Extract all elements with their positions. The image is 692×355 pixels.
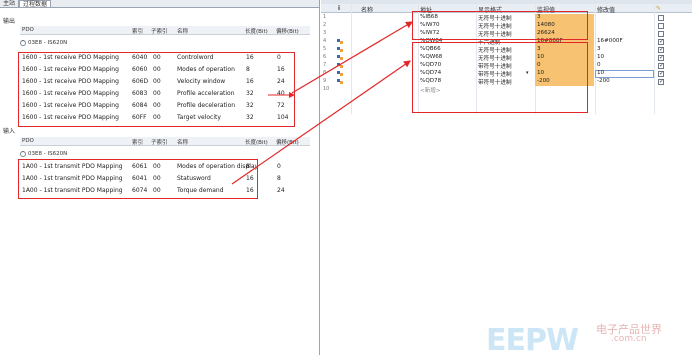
col-subindex: 子索引: [151, 29, 168, 35]
eepw-watermark: EEPW 电子产品世界 .com.cn: [486, 319, 686, 355]
col-index: 索引: [132, 140, 144, 146]
pencil-icon: ✎: [656, 5, 662, 12]
cell-mod[interactable]: 0: [597, 62, 601, 68]
output-table-header: PDO 索引 子索引 名称 长度(Bit) 偏移(Bit): [20, 26, 310, 35]
row-number: 10: [323, 86, 330, 92]
col-pdo: PDO: [22, 138, 34, 144]
output-group[interactable]: ^ 03E8 - IS620N: [20, 40, 67, 46]
process-data-panel: 主站 过程数据 输出 PDO 索引 子索引 名称 长度(Bit) 偏移(Bit)…: [0, 0, 320, 355]
row-number: 2: [323, 22, 327, 28]
cell-mod[interactable]: 3: [597, 46, 601, 52]
row-number: 8: [323, 70, 327, 76]
row-number: 9: [323, 78, 327, 84]
force-icon: [337, 55, 343, 60]
input-table-header: PDO 索引 子索引 名称 长度(Bit) 偏移(Bit): [20, 137, 310, 146]
modify-checkbox[interactable]: ✓: [658, 47, 664, 53]
watch-table-panel: i 名称 地址 显示格式 监视值 修改值 ✎ 1 %IB68 无符号十进制 3 2 %IW…: [321, 0, 692, 355]
col-modify: 修改值: [597, 7, 616, 14]
modify-checkbox[interactable]: ✓: [658, 79, 664, 85]
modify-checkbox[interactable]: ✓: [658, 39, 664, 45]
force-icon: [337, 79, 343, 84]
tab-process-data[interactable]: 过程数据: [19, 0, 52, 8]
col-offset: 偏移(Bit): [276, 140, 299, 146]
col-offset: 偏移(Bit): [276, 29, 299, 35]
row-number: 4: [323, 38, 327, 44]
modify-checkbox[interactable]: [658, 23, 664, 29]
col-subindex: 子索引: [151, 140, 168, 146]
col-name: 名称: [177, 140, 189, 146]
eepw-url: .com.cn: [611, 334, 647, 344]
eepw-logo: EEPW: [486, 323, 579, 355]
col-name: 名称: [177, 29, 189, 35]
input-group-label: 03E8 - IS620N: [28, 151, 68, 157]
cell-mod[interactable]: -200: [597, 78, 610, 84]
cell-off: 0: [277, 163, 281, 170]
modify-checkbox[interactable]: ✓: [658, 71, 664, 77]
input-section-label: 输入: [3, 128, 16, 135]
input-watch-highlight: [412, 11, 588, 40]
row-number: 7: [323, 62, 327, 68]
force-icon: [337, 71, 343, 76]
output-group-label: 03E8 - IS620N: [28, 40, 68, 46]
row-number: 5: [323, 46, 327, 52]
cell-mod[interactable]: 10: [597, 70, 604, 76]
output-watch-highlight: [412, 42, 588, 113]
modify-checkbox[interactable]: [658, 15, 664, 21]
col-length: 长度(Bit): [245, 140, 268, 146]
collapse-icon[interactable]: ^: [20, 40, 26, 46]
col-pdo: PDO: [22, 27, 34, 33]
collapse-icon[interactable]: ^: [20, 151, 26, 157]
info-icon: i: [338, 5, 341, 12]
cell-off: 24: [277, 187, 285, 194]
cell-off: 8: [277, 175, 281, 182]
input-group[interactable]: ^ 03E8 - IS620N: [20, 151, 67, 157]
input-highlight-box: [18, 159, 258, 199]
col-length: 长度(Bit): [245, 29, 268, 35]
row-number: 3: [323, 30, 327, 36]
tab-bar: 主站 过程数据: [0, 0, 319, 8]
output-highlight-box: [18, 52, 295, 127]
output-section-label: 输出: [3, 18, 16, 25]
modify-checkbox[interactable]: ✓: [658, 55, 664, 61]
col-name: 名称: [361, 7, 374, 14]
tab-master[interactable]: 主站: [0, 0, 20, 7]
force-icon: [337, 39, 343, 44]
col-index: 索引: [132, 29, 144, 35]
force-icon: [337, 63, 343, 68]
row-number: 1: [323, 14, 327, 20]
modify-checkbox[interactable]: ✓: [658, 63, 664, 69]
modify-checkbox[interactable]: [658, 31, 664, 37]
row-number: 6: [323, 54, 327, 60]
cell-mod[interactable]: 10: [597, 54, 604, 60]
force-icon: [337, 47, 343, 52]
cell-mod[interactable]: 16#000F: [597, 38, 623, 44]
